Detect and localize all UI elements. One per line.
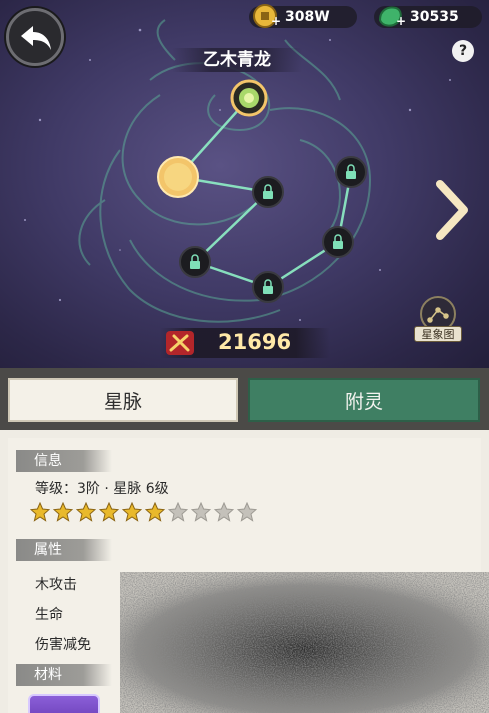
back-button[interactable] [6, 8, 64, 66]
star-icon [214, 502, 234, 522]
jade-amount: 30535 [410, 9, 459, 25]
star-map-view: + 308W + 30535 ? 乙木青龙 星象图 21696 [0, 0, 489, 368]
help-icon: ? [458, 43, 468, 59]
star-icon [30, 502, 50, 522]
next-arrow-icon[interactable] [434, 180, 470, 240]
add-coin-icon[interactable]: + [271, 15, 281, 27]
power-icon [166, 331, 194, 355]
attr-name: 木攻击 [35, 577, 77, 593]
star-icon [53, 502, 73, 522]
tab-bar: 星脉 附灵 [0, 368, 489, 430]
star-node-emblem[interactable] [230, 79, 268, 117]
coin-amount: 308W [285, 9, 330, 25]
star-icon [76, 502, 96, 522]
star-node-active[interactable] [157, 156, 199, 198]
obscured-region [120, 572, 489, 713]
back-arrow-icon [21, 26, 51, 50]
star-icon [99, 502, 119, 522]
materials-section-label: 材料 [16, 664, 112, 686]
constellation-title: 乙木青龙 [172, 48, 302, 72]
attributes-section-label: 属性 [16, 539, 112, 561]
help-button[interactable]: ? [452, 40, 474, 62]
star-icon [145, 502, 165, 522]
star-icon [122, 502, 142, 522]
combat-power: 21696 [160, 328, 330, 358]
attr-name: 伤害减免 [35, 637, 91, 653]
tab-star-vein[interactable]: 星脉 [8, 378, 238, 422]
star-icon [168, 502, 188, 522]
atlas-label: 星象图 [414, 326, 462, 342]
coin-counter[interactable]: + 308W [249, 4, 357, 28]
atlas-button[interactable]: 星象图 [414, 296, 462, 348]
jade-counter[interactable]: + 30535 [374, 6, 482, 28]
tab-spirit-attach[interactable]: 附灵 [248, 378, 480, 422]
add-jade-icon[interactable]: + [396, 15, 406, 27]
star-node-locked[interactable] [179, 156, 367, 303]
star-icon [191, 502, 211, 522]
material-item-slot[interactable] [28, 694, 100, 713]
level-text: 等级：3阶 · 星脉 6级 [35, 481, 169, 497]
info-section-label: 信息 [16, 450, 112, 472]
attr-name: 生命 [35, 607, 63, 623]
power-value: 21696 [218, 330, 292, 354]
star-icon [237, 502, 257, 522]
